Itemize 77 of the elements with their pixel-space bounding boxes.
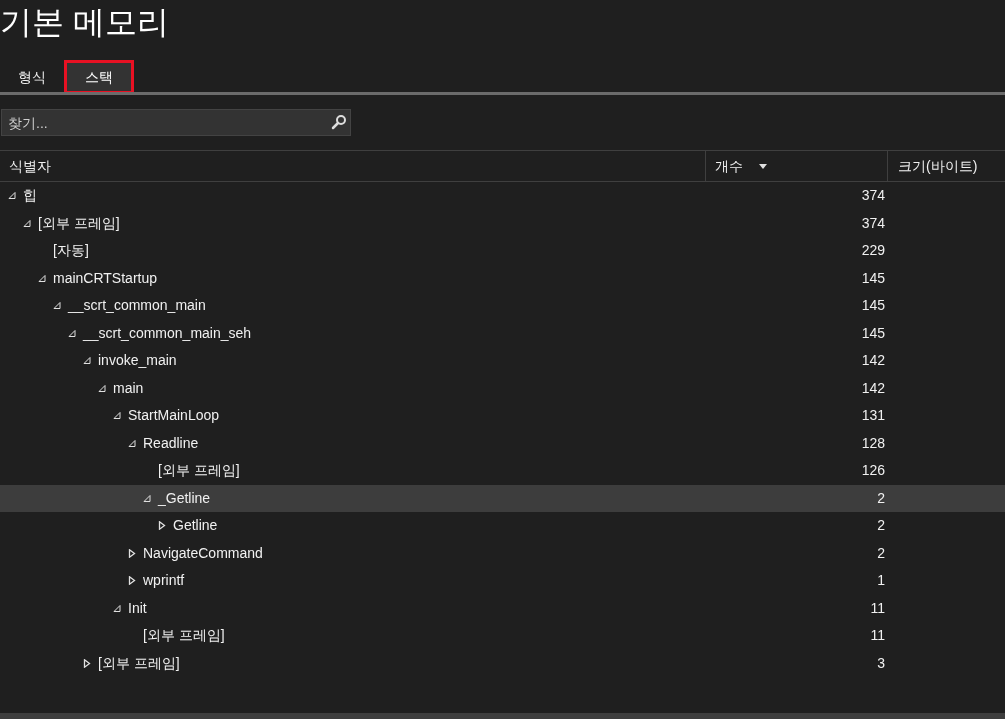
collapsed-triangle-icon[interactable] [83,658,91,668]
count-text: 126 [861,462,885,479]
expanded-triangle-icon[interactable] [113,603,121,613]
expanded-triangle-icon[interactable] [143,493,151,503]
tab[interactable]: 스택 [64,60,134,94]
identifier-text: wprintf [143,571,185,591]
tree-row[interactable]: Init 11 [0,594,1005,622]
count-text: 1 [877,572,885,589]
tree-row[interactable]: Readline 128 [0,429,1005,457]
count-text: 128 [861,434,885,451]
expanded-triangle-icon[interactable] [83,356,91,366]
identifier-text: main [113,378,144,398]
identifier-text: Readline [143,433,199,453]
tree-row[interactable]: [외부 프레임] 126 [0,457,1005,485]
identifier-text: [외부 프레임] [98,653,180,673]
identifier-text: StartMainLoop [128,406,220,426]
search-field[interactable]: 찾기... [1,109,351,136]
tab[interactable]: 형식 [3,60,61,94]
count-text: 374 [861,214,885,231]
identifier-text: 힙 [23,186,37,206]
tree-row[interactable]: mainCRTStartup 145 [0,264,1005,292]
count-text: 2 [877,517,885,534]
count-text: 3 [877,654,885,671]
tree-row[interactable]: wprintf 1 [0,567,1005,595]
tree-row[interactable]: [외부 프레임] 3 [0,649,1005,677]
tree-row[interactable]: NavigateCommand 2 [0,539,1005,567]
page-title: 기본 메모리 [0,3,169,42]
identifier-text: [외부 프레임] [38,213,120,233]
column-header[interactable]: 크기(바이트) [888,151,1005,181]
collapsed-triangle-icon[interactable] [158,521,166,531]
tree-row[interactable]: _Getline 2 [0,484,1005,512]
count-text: 145 [861,269,885,286]
count-text: 142 [861,352,885,369]
tree-row[interactable]: StartMainLoop 131 [0,402,1005,430]
column-header[interactable]: 개수 [706,151,888,181]
count-text: 145 [861,297,885,314]
identifier-text: _Getline [158,488,211,508]
expanded-triangle-icon[interactable] [113,411,121,421]
tree-row[interactable]: [외부 프레임] 374 [0,209,1005,237]
search-icon[interactable] [331,114,347,130]
tree-row[interactable]: [외부 프레임] 11 [0,622,1005,650]
expanded-triangle-icon[interactable] [38,273,46,283]
identifier-text: invoke_main [98,351,177,371]
count-text: 374 [861,187,885,204]
expanded-triangle-icon[interactable] [98,383,106,393]
tree-row[interactable]: main 142 [0,374,1005,402]
identifier-text: __scrt_common_main_seh [83,323,252,343]
column-header[interactable]: 식별자 [0,151,706,181]
count-text: 145 [861,324,885,341]
collapsed-triangle-icon[interactable] [128,548,136,558]
tree-row[interactable]: [자동] 229 [0,237,1005,265]
count-text: 11 [870,599,885,616]
tree-row[interactable]: __scrt_common_main 145 [0,292,1005,320]
expanded-triangle-icon[interactable] [68,328,76,338]
expanded-triangle-icon[interactable] [128,438,136,448]
count-text: 229 [861,242,885,259]
identifier-text: Getline [173,516,218,536]
identifier-text: __scrt_common_main [68,296,206,316]
identifier-text: [자동] [53,241,89,261]
expanded-triangle-icon[interactable] [53,301,61,311]
count-text: 11 [870,627,885,644]
tree-row[interactable]: 힙 374 [0,182,1005,210]
count-text: 142 [861,379,885,396]
collapsed-triangle-icon[interactable] [128,576,136,586]
tree-row[interactable]: Getline 2 [0,512,1005,540]
count-text: 2 [877,544,885,561]
identifier-text: [외부 프레임] [143,626,225,646]
expanded-triangle-icon[interactable] [23,218,31,228]
identifier-text: mainCRTStartup [53,268,157,288]
tree-row[interactable]: __scrt_common_main_seh 145 [0,319,1005,347]
tree-row[interactable]: invoke_main 142 [0,347,1005,375]
count-text: 131 [861,407,885,424]
count-text: 2 [877,489,885,506]
identifier-text: Init [128,598,147,618]
identifier-text: [외부 프레임] [158,461,240,481]
identifier-text: NavigateCommand [143,543,263,563]
expanded-triangle-icon[interactable] [8,191,16,201]
